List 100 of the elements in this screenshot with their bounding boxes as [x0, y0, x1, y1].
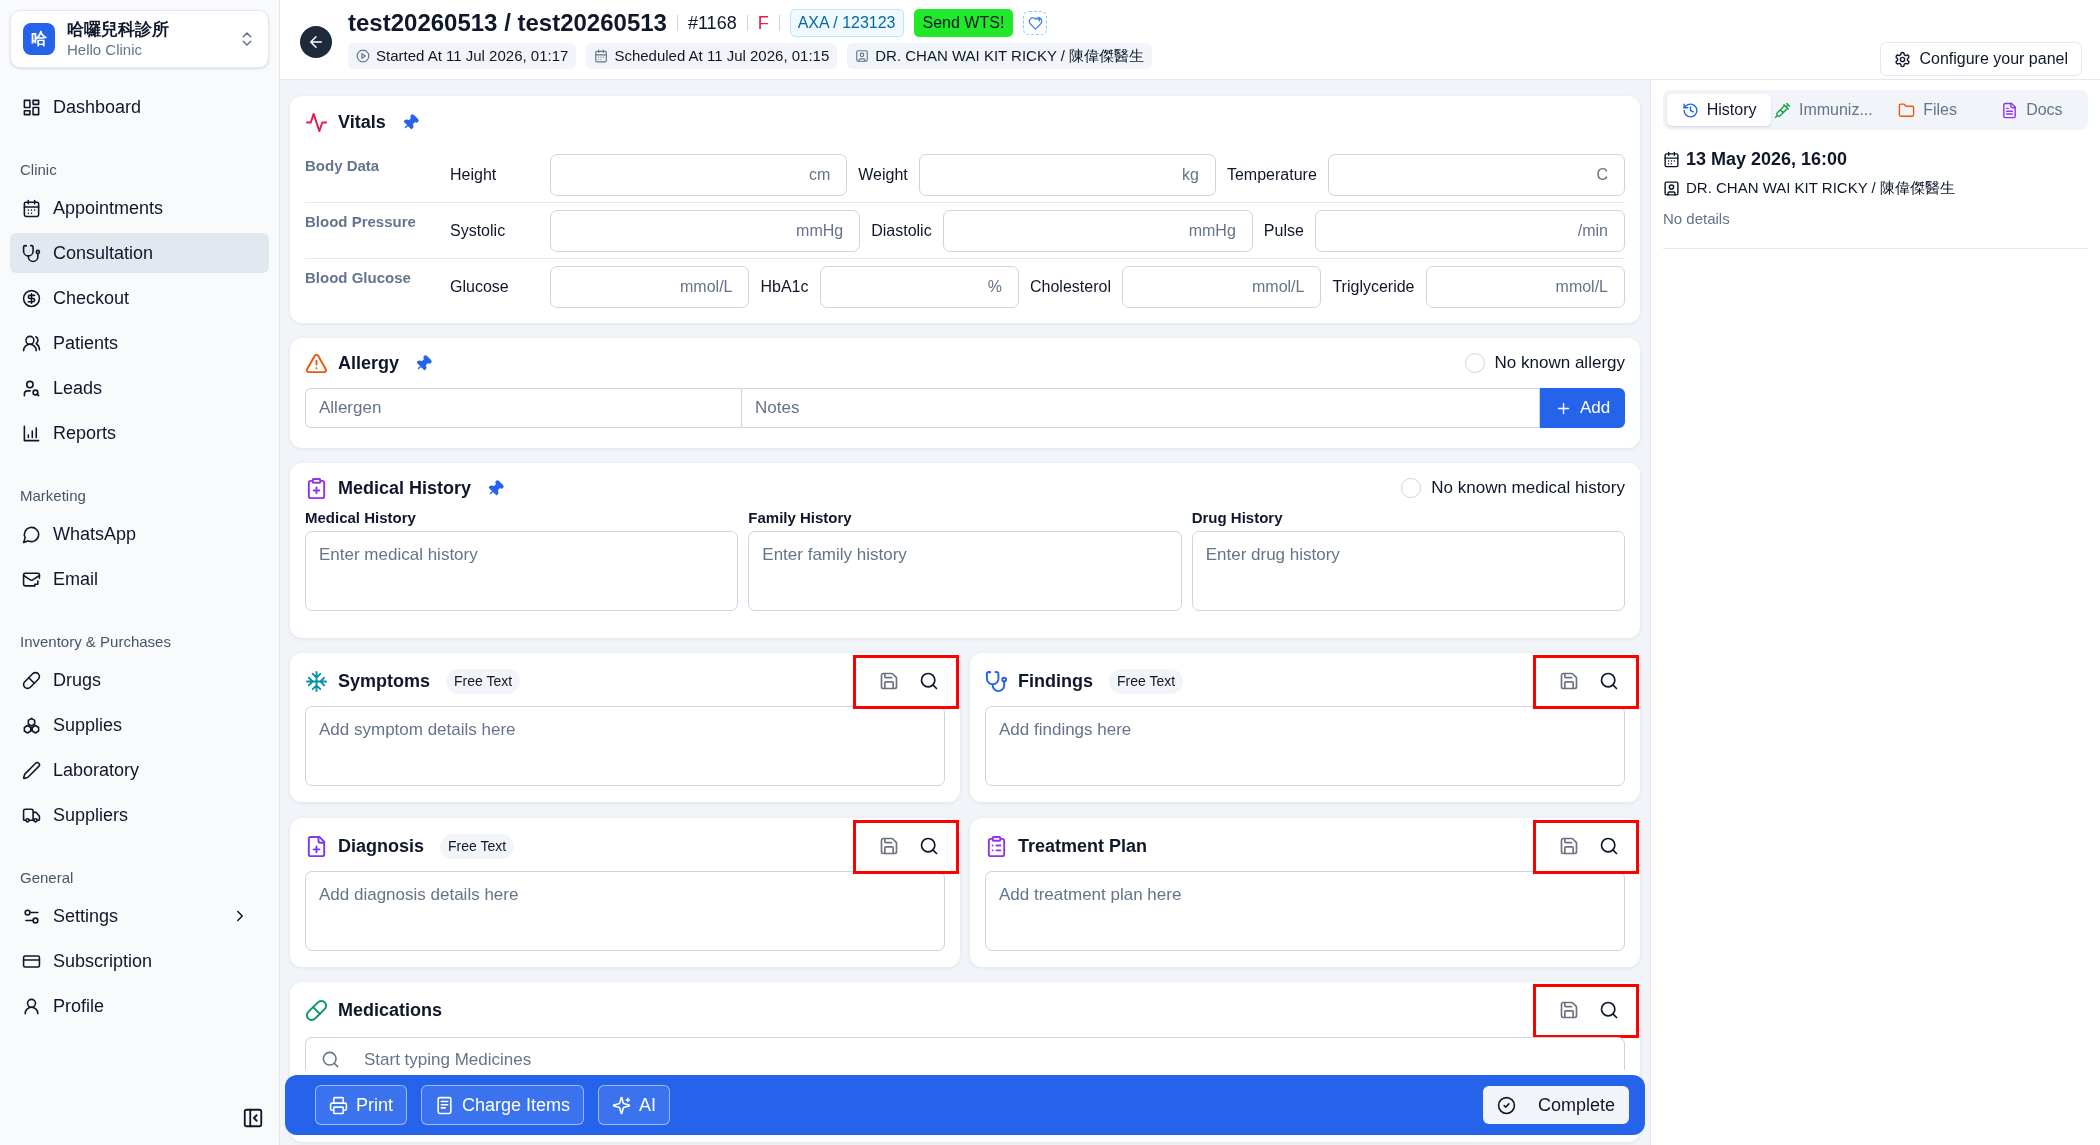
action-button[interactable]: AI [598, 1085, 671, 1125]
notes-field[interactable]: Notes [742, 388, 1540, 428]
section-heading: Marketing [19, 486, 87, 507]
sidebar-item[interactable]: Email [10, 559, 269, 599]
notes-field[interactable]: Add treatment plan here [985, 871, 1625, 951]
vital-input[interactable]: mmol/L [1425, 266, 1625, 308]
no-known-checkbox[interactable]: No known medical history [1401, 475, 1625, 501]
unit-label: % [987, 277, 1002, 297]
unit-label: mmol/L [680, 277, 733, 297]
section-heading: Clinic [19, 160, 58, 181]
sidebar-item[interactable]: Drugs [10, 660, 269, 700]
sidebar-item[interactable]: Reports [10, 413, 269, 453]
sidebar-item[interactable]: Profile [10, 986, 269, 1026]
vital-input[interactable]: mmol/L [1121, 266, 1322, 308]
dollar-icon [22, 288, 41, 308]
field-label: Cholesterol [1029, 277, 1112, 297]
group-label: Blood Pressure [305, 212, 417, 232]
sidebar-item[interactable]: Settings [10, 896, 269, 936]
arrow-left-icon [307, 33, 325, 51]
unit-label: /min [1577, 220, 1608, 241]
section-title: Treatment Plan [1018, 834, 1148, 858]
add-tag-button[interactable] [1023, 11, 1048, 35]
sidebar-item[interactable]: WhatsApp [10, 514, 269, 554]
action-button[interactable]: Charge Items [421, 1085, 585, 1125]
configure-panel-button[interactable]: Configure your panel [1880, 42, 2082, 76]
save-button[interactable] [1559, 1000, 1579, 1020]
notes-field[interactable]: Add symptom details here [305, 706, 945, 786]
save-icon [1559, 836, 1579, 856]
field-label: Diastolic [870, 220, 933, 241]
sidebar-item[interactable]: Checkout [10, 278, 269, 318]
sidebar-item[interactable]: Subscription [10, 941, 269, 981]
history-field[interactable]: Enter drug history [1191, 531, 1625, 611]
document-icon [2001, 101, 2019, 119]
save-button[interactable] [879, 671, 899, 691]
save-button[interactable] [1559, 836, 1579, 856]
add-allergy-button[interactable]: Add [1540, 388, 1625, 428]
search-button[interactable] [1599, 671, 1619, 691]
field-label: Height [450, 164, 498, 185]
sidebar-item[interactable]: Laboratory [10, 750, 269, 790]
play-icon [356, 49, 370, 63]
action-button[interactable]: Print [315, 1085, 407, 1125]
history-field[interactable]: Enter family history [748, 531, 1182, 611]
file-plus-icon [305, 834, 328, 858]
allergen-field[interactable]: Allergen [305, 388, 742, 428]
save-button[interactable] [879, 836, 899, 856]
sidebar-item[interactable]: Leads [10, 368, 269, 408]
save-button[interactable] [1559, 671, 1579, 691]
section-title: Symptoms [338, 669, 431, 693]
search-button[interactable] [919, 836, 939, 856]
sidebar-panel-icon [242, 1107, 264, 1129]
pulse-icon [305, 110, 328, 134]
sidebar-item[interactable]: Patients [10, 323, 269, 363]
back-button[interactable] [300, 26, 332, 58]
history-date: 13 May 2026, 16:00 [1686, 148, 1848, 171]
pill-icon [22, 670, 41, 690]
section-title: Diagnosis [338, 834, 425, 858]
truck-icon [22, 805, 41, 825]
vital-input[interactable]: cm [550, 153, 848, 196]
chat-icon [22, 524, 41, 544]
doctor-name: DR. CHAN WAI KIT RICKY / 陳偉傑醫生 [1686, 178, 1955, 198]
history-field[interactable]: Enter medical history [305, 531, 739, 611]
clinic-logo: 哈 [23, 23, 55, 55]
no-known-checkbox[interactable]: No known allergy [1464, 350, 1625, 376]
vital-input[interactable]: kg [918, 153, 1216, 196]
notes-field[interactable]: Add diagnosis details here [305, 871, 945, 951]
patient-title: test20260513 / test20260513 [348, 8, 667, 38]
panel-tab[interactable]: Docs [1979, 94, 2084, 126]
sparkles-icon [612, 1095, 632, 1115]
sidebar-item[interactable]: Dashboard [10, 87, 269, 127]
panel-tab[interactable]: History [1667, 94, 1772, 126]
vital-input[interactable]: mmHg [550, 209, 861, 252]
save-icon [1559, 671, 1579, 691]
search-button[interactable] [1599, 836, 1619, 856]
notes-field[interactable]: Add findings here [985, 706, 1625, 786]
search-button[interactable] [1599, 1000, 1619, 1020]
clipboard-list-icon [985, 834, 1008, 858]
collapse-sidebar-button[interactable] [242, 1107, 264, 1129]
field-label: HbA1c [759, 277, 810, 297]
sidebar-item[interactable]: Supplies [10, 705, 269, 745]
unit-label: kg [1182, 164, 1199, 185]
clinic-switcher[interactable]: 哈 哈囉兒科診所 Hello Clinic [10, 10, 269, 68]
stethoscope-icon [985, 669, 1008, 693]
vital-input[interactable]: C [1327, 153, 1625, 196]
complete-button[interactable]: Complete [1482, 1086, 1629, 1124]
sidebar-item[interactable]: Consultation [10, 233, 269, 273]
send-wts-button[interactable]: Send WTS! [913, 9, 1014, 37]
panel-tab[interactable]: Files [1875, 94, 1980, 126]
medicine-search-field[interactable]: Start typing Medicines [305, 1037, 1625, 1070]
history-icon [1681, 101, 1699, 119]
vital-input[interactable]: % [819, 266, 1019, 308]
sidebar-item[interactable]: Appointments [10, 188, 269, 228]
panel-tab[interactable]: Immuniz... [1771, 94, 1876, 126]
vital-input[interactable]: /min [1314, 209, 1625, 252]
vital-input[interactable]: mmHg [942, 209, 1253, 252]
vital-input[interactable]: mmol/L [550, 266, 750, 308]
circle-check-icon [1496, 1095, 1516, 1115]
sidebar-item[interactable]: Suppliers [10, 795, 269, 835]
pen-icon [22, 760, 41, 780]
search-button[interactable] [919, 671, 939, 691]
section-title: Vitals [338, 110, 386, 134]
